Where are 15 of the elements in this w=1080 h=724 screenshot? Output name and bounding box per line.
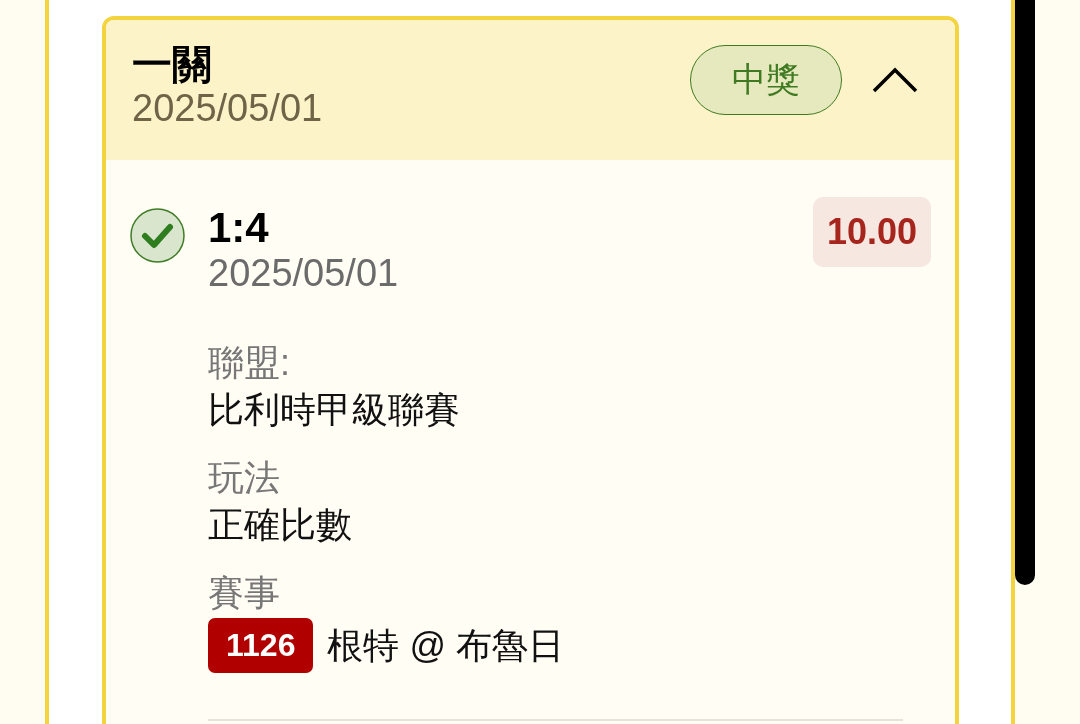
match-teams: 根特 @ 布魯日 [327, 624, 564, 668]
selection-date: 2025/05/01 [208, 251, 399, 295]
scrollbar-thumb[interactable] [1015, 0, 1035, 585]
chevron-up-icon[interactable] [872, 67, 918, 93]
selection-score: 1:4 [208, 205, 269, 251]
field-value: 比利時甲級聯賽 [208, 388, 460, 432]
bet-date: 2025/05/01 [132, 86, 323, 130]
bet-type-title: 一關 [132, 42, 212, 86]
field-label: 聯盟: [208, 341, 290, 385]
status-badge: 中獎 [690, 45, 842, 115]
field-value: 正確比數 [208, 503, 352, 547]
match-number: 1126 [208, 618, 314, 673]
odds-value: 10.00 [812, 197, 931, 267]
field-label: 玩法 [208, 456, 280, 500]
field-label: 賽事 [208, 571, 280, 615]
